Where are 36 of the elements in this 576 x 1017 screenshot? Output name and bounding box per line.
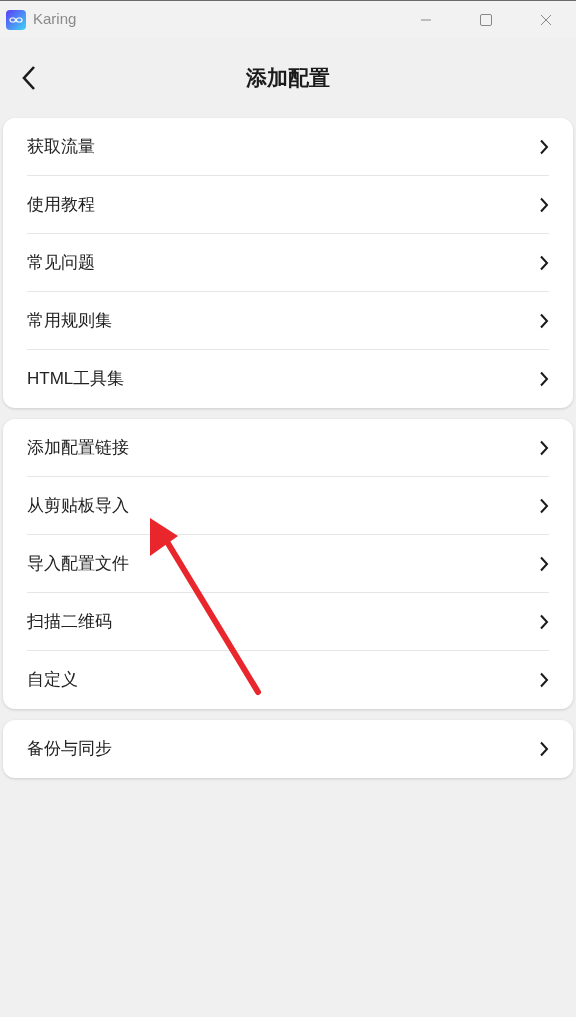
menu-item[interactable]: 添加配置链接 [27,419,549,477]
chevron-right-icon [539,254,549,271]
menu-item-label: 从剪贴板导入 [27,494,129,517]
menu-item[interactable]: HTML工具集 [27,350,549,408]
chevron-right-icon [539,555,549,572]
menu-item-label: HTML工具集 [27,368,125,391]
menu-item-label: 添加配置链接 [27,436,129,459]
menu-item-label: 常用规则集 [27,309,112,332]
chevron-right-icon [539,138,549,155]
menu-item-label: 自定义 [27,669,78,692]
chevron-right-icon [539,312,549,329]
menu-item[interactable]: 使用教程 [27,176,549,234]
menu-item[interactable]: 常见问题 [27,234,549,292]
window-title: Karing [33,9,77,30]
chevron-right-icon [539,672,549,688]
menu-item-label: 使用教程 [27,193,95,216]
app-logo-icon [6,9,26,30]
menu-item-label: 常见问题 [27,251,95,274]
chevron-right-icon [539,371,549,387]
chevron-right-icon [539,741,549,757]
menu-item-label: 备份与同步 [27,738,112,761]
close-icon [540,13,552,26]
page-title: 添加配置 [246,65,330,92]
menu-item[interactable]: 自定义 [27,651,549,709]
menu-item-label: 导入配置文件 [27,552,129,575]
chevron-right-icon [539,613,549,630]
chevron-right-icon [539,439,549,456]
chevron-right-icon [539,196,549,213]
chevron-right-icon [539,497,549,514]
menu-item[interactable]: 备份与同步 [27,720,549,778]
menu-item[interactable]: 常用规则集 [27,292,549,350]
menu-item[interactable]: 扫描二维码 [27,593,549,651]
maximize-icon [480,13,492,26]
menu-item[interactable]: 获取流量 [27,118,549,176]
menu-item-label: 获取流量 [27,135,95,158]
menu-item-label: 扫描二维码 [27,610,112,633]
